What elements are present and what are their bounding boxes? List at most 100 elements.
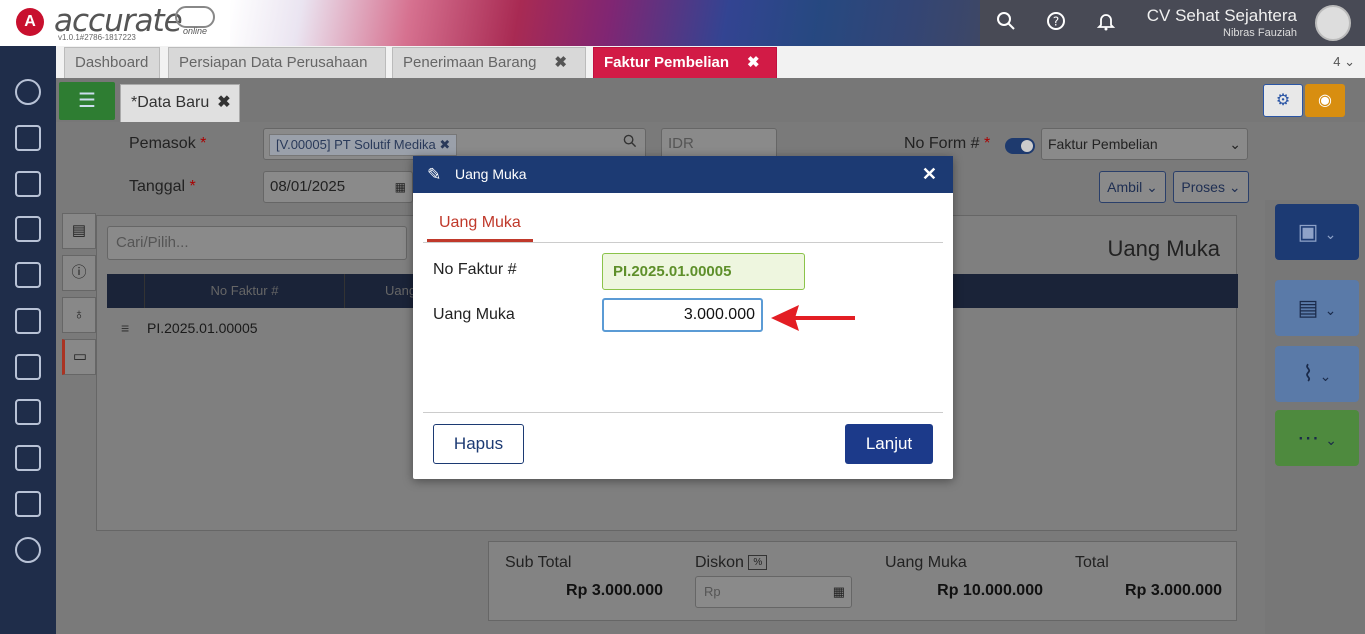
logo-online-text: online [183,26,208,36]
lanjut-button[interactable]: Lanjut [845,424,933,464]
pencil-icon: ✎ [427,165,442,184]
money-bag-icon[interactable]: ♁ [62,297,96,333]
company-name: CV Sehat Sejahtera [1146,6,1297,25]
factory-icon[interactable] [15,445,41,471]
calculator-icon[interactable]: ▦ [833,577,845,607]
tab-faktur-pembelian[interactable]: Faktur Pembelian ✖ [593,47,777,78]
tab-uang-muka[interactable]: Uang Muka [427,204,533,242]
summary-panel: Sub Total Rp 3.000.000 Diskon % Rp ▦ Uang… [488,541,1237,621]
cart-icon[interactable] [15,354,41,380]
bell-icon[interactable] [1095,11,1117,33]
auto-number-toggle[interactable] [1005,138,1035,154]
chevron-down-icon: ⌄ [1229,136,1241,152]
action-panel: ▣ ⌄ ▤ ⌄ ⌇ ⌄ ⋯ ⌄ [1265,200,1365,634]
supplier-chip: [V.00005] PT Solutif Medika ✖ [269,134,458,156]
close-icon[interactable]: ✖ [554,54,567,71]
info-icon[interactable]: ⓘ [62,255,96,291]
document-icon[interactable]: ▤ [62,213,96,249]
close-icon[interactable]: ✖ [747,54,760,71]
money-bag-icon[interactable] [15,308,41,334]
bank-icon[interactable] [15,262,41,288]
section-title: Uang Muka [1107,236,1220,261]
diskon-input[interactable]: Rp ▦ [695,576,852,608]
report-chart-icon[interactable] [15,537,41,563]
calendar-icon[interactable]: ▦ [395,172,406,202]
list-icon[interactable]: ☰ [59,82,115,120]
table-header-handle [107,274,145,308]
drag-handle-icon[interactable]: ≡ [107,312,147,344]
version-text: v1.0.1#2786-1817223 [58,33,136,42]
divider [423,412,943,413]
diskon-label: Diskon % [695,554,768,572]
uangmuka-value: Rp 10.000.000 [937,582,1043,599]
total-section: Total Rp 3.000.000 [1059,542,1238,622]
avatar[interactable] [1315,5,1351,41]
help-icon[interactable]: ? [1045,11,1067,33]
doc-tab[interactable]: *Data Baru ✖ [120,84,240,122]
attachment-button[interactable]: ⌇ ⌄ [1275,346,1359,402]
total-label: Total [1075,554,1109,571]
tax-icon[interactable] [15,491,41,517]
dialog-header: ✎ Uang Muka ✕ [413,156,953,193]
more-button[interactable]: ⋯ ⌄ [1275,410,1359,466]
tab-penerimaan-barang[interactable]: Penerimaan Barang ✖ [392,47,586,78]
close-icon[interactable]: ✕ [922,156,937,193]
percent-toggle[interactable]: % [748,555,768,571]
proses-button[interactable]: Proses ⌄ [1173,171,1249,203]
dialog-title: Uang Muka [455,166,527,182]
ledger-icon[interactable] [15,216,41,242]
tanggal-label: Tanggal * [129,178,196,195]
uang-muka-label: Uang Muka [433,306,515,323]
noform-label: No Form # * [904,135,991,152]
remove-icon[interactable]: ✖ [439,137,450,152]
tab-dashboard[interactable]: Dashboard [64,47,160,78]
subtotal-section: Sub Total Rp 3.000.000 [489,542,679,622]
uang-muka-input[interactable]: 3.000.000 [602,298,763,332]
total-value: Rp 3.000.000 [1125,582,1222,599]
user-name: Nibras Fauziah [1223,27,1297,39]
uangmuka-label: Uang Muka [885,554,967,571]
uang-muka-dialog: ✎ Uang Muka ✕ Uang Muka No Faktur # PI.2… [413,156,953,479]
svg-text:?: ? [1053,15,1059,29]
subtotal-value: Rp 3.000.000 [566,582,663,599]
divider [423,242,943,243]
more-icon: ⋯ [1297,425,1320,450]
save-button[interactable]: ▣ ⌄ [1275,204,1359,260]
table-row[interactable]: ≡ PI.2025.01.00005 [107,312,258,344]
building-icon[interactable] [15,171,41,197]
subtotal-label: Sub Total [505,554,572,571]
save-icon: ▣ [1297,219,1319,244]
settings-icon[interactable] [15,79,41,105]
tab-bar: Dashboard Persiapan Data Perusahaan Pene… [56,46,1365,78]
form-header: ☰ *Data Baru ✖ ⚙ ◉ [56,78,1365,122]
paperclip-icon: ⌇ [1302,361,1314,386]
gear-icon[interactable]: ⚙ [1263,84,1303,117]
cloud-icon [175,6,215,28]
uangmuka-section: Uang Muka Rp 10.000.000 [869,542,1059,622]
diskon-section: Diskon % Rp ▦ [679,542,869,622]
no-faktur-label: No Faktur # [433,261,517,278]
search-icon[interactable] [623,129,637,159]
tab-persiapan-data[interactable]: Persiapan Data Perusahaan [168,47,386,78]
lightbulb-icon[interactable]: ◉ [1305,84,1345,117]
document-icon: ▤ [1297,295,1319,320]
form-type-select[interactable]: Faktur Pembelian ⌄ [1041,128,1248,160]
ambil-button[interactable]: Ambil ⌄ [1099,171,1166,203]
chevron-down-icon: ⌄ [1344,54,1355,69]
close-icon[interactable]: ✖ [217,94,230,111]
tanggal-field[interactable]: 08/01/2025 ▦ [263,171,413,203]
hapus-button[interactable]: Hapus [433,424,524,464]
register-icon[interactable] [15,125,41,151]
document-button[interactable]: ▤ ⌄ [1275,280,1359,336]
red-arrow-annotation [771,305,855,331]
search-input[interactable]: Cari/Pilih... [107,226,407,260]
inventory-icon[interactable] [15,399,41,425]
tab-count[interactable]: 4 ⌄ [1333,54,1355,70]
accurate-logo-icon: A [16,8,44,36]
column-no-faktur: No Faktur # [145,274,345,308]
sidebar [0,46,56,634]
side-tabs: ▤ ⓘ ♁ ▭ [62,213,96,378]
top-bar: A accurate online v1.0.1#2786-1817223 ? … [0,0,1365,46]
search-icon[interactable] [995,11,1017,33]
advance-payment-icon[interactable]: ▭ [62,339,96,375]
